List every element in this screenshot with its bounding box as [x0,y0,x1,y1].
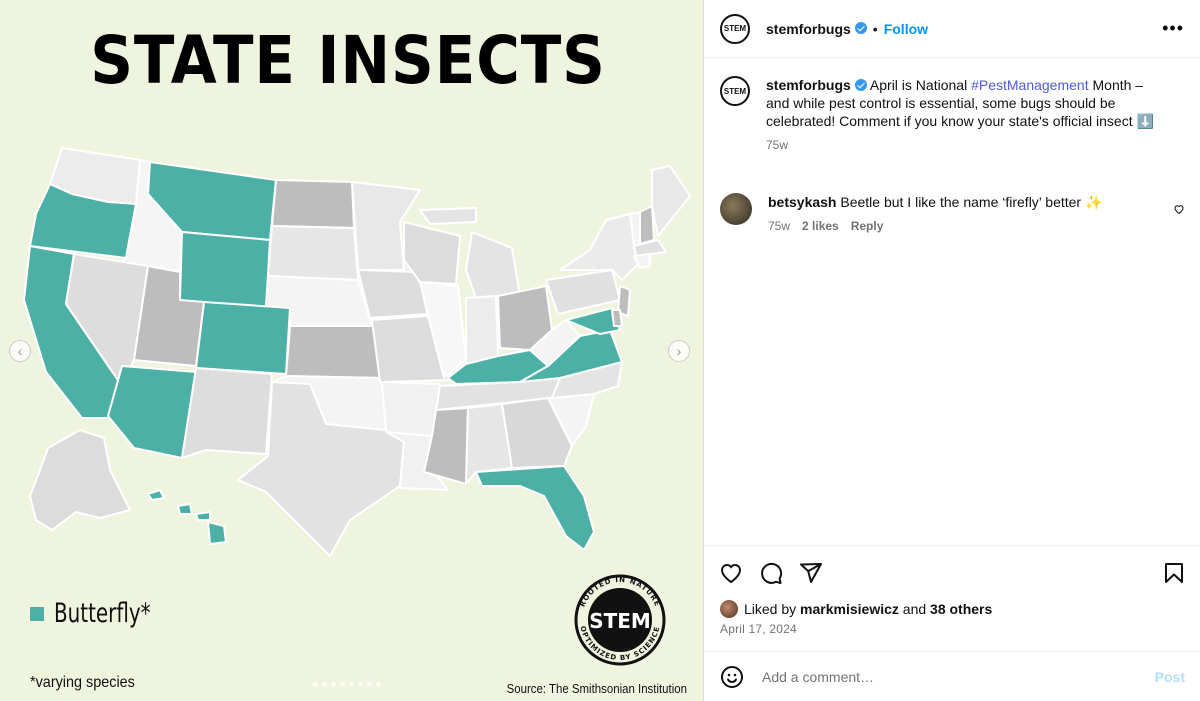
carousel-dot [340,682,345,687]
next-image-button[interactable]: › [668,340,690,362]
verified-icon [854,21,867,34]
state-florida [475,465,595,551]
legend-swatch [30,606,44,621]
carousel-dot [322,682,327,687]
actions-bar: Liked by markmisiewicz and 38 others Apr… [704,545,1200,640]
source-credit: Source: The Smithsonian Institution [506,681,687,696]
post-header: STEM stemforbugs • Follow ••• [704,0,1200,58]
carousel-dots [313,682,381,687]
post-image: STATE INSECTS Butterfly* *varying specie… [0,0,703,701]
previous-image-button[interactable]: ‹ [9,340,31,362]
state-indiana [465,295,499,365]
share-icon[interactable] [798,560,824,586]
comment-box: Post [704,651,1200,701]
comment-body: betsykash Beetle but I like the name ‘fi… [768,193,1102,211]
avatar[interactable]: STEM [720,13,750,44]
state-alaska [29,429,131,531]
caption-avatar[interactable]: STEM [720,76,750,106]
liker-avatar[interactable] [720,600,738,618]
commenter-avatar[interactable] [720,193,752,225]
liked-by-and: and [898,601,931,617]
legend-label: Butterfly* [54,598,151,629]
likes-others-link[interactable]: 38 others [930,601,992,617]
footnote: *varying species [30,674,135,691]
state-arkansas [381,381,441,437]
state-north-dakota [271,179,355,229]
caption-text-before: April is National [866,77,972,93]
follow-button[interactable]: Follow [884,21,928,37]
post-date: April 17, 2024 [720,622,797,636]
like-comment-icon[interactable] [1173,203,1185,218]
carousel-dot [376,682,381,687]
comment-text: Beetle but I like the name ‘firefly’ bet… [836,194,1103,210]
emoji-icon[interactable] [720,665,744,689]
comment-input[interactable] [760,667,1155,686]
comment-icon[interactable] [758,560,784,586]
caption-username[interactable]: stemforbugs [766,77,851,93]
state-south-dakota [267,225,359,281]
caption: STEM stemforbugs April is National #Pest… [720,76,1180,152]
chevron-right-icon: › [676,343,682,359]
logo-text: STEM [589,609,651,633]
carousel-dot [313,682,318,687]
liker-username[interactable]: markmisiewicz [800,601,899,617]
reply-button[interactable]: Reply [851,219,884,233]
state-delaware [611,309,623,327]
state-new-mexico [181,367,273,459]
carousel-dot [367,682,372,687]
caption-body: stemforbugs April is National #PestManag… [766,76,1162,130]
state-arizona [107,365,197,459]
state-hawaii [147,489,227,545]
state-new-hampshire [639,205,655,245]
commenter-username[interactable]: betsykash [768,194,836,210]
comment-time: 75w [768,219,791,233]
liked-by-prefix: Liked by [744,601,801,617]
like-icon[interactable] [718,560,744,586]
state-new-york [559,213,641,281]
stem-logo: STEM ROOTED IN NATURE OPTIMIZED BY SCIEN… [574,574,666,666]
post-side-panel: STEM stemforbugs • Follow ••• STEM stemf… [703,0,1200,701]
post-comment-button[interactable]: Post [1155,669,1185,685]
caption-time: 75w [766,138,789,152]
state-maine [651,165,691,237]
separator-dot: • [872,20,878,37]
comment: betsykash Beetle but I like the name ‘fi… [720,193,1185,233]
legend: Butterfly* [30,598,172,629]
username-link[interactable]: stemforbugs [766,21,851,37]
carousel-dot [349,682,354,687]
state-wyoming [179,231,271,309]
hashtag-link[interactable]: #PestManagement [971,77,1089,93]
save-icon[interactable] [1161,560,1187,586]
comment-meta: 75w 2 likes Reply [768,219,1102,233]
state-pennsylvania [545,269,621,315]
verified-icon [854,79,867,92]
comment-likes[interactable]: 2 likes [802,219,839,233]
more-options-icon[interactable]: ••• [1162,18,1184,39]
carousel-dot [358,682,363,687]
carousel-dot [331,682,336,687]
liked-by: Liked by markmisiewicz and 38 others [704,586,1200,618]
state-colorado [195,301,291,375]
state-kansas [285,325,381,379]
chevron-left-icon: ‹ [17,343,23,359]
